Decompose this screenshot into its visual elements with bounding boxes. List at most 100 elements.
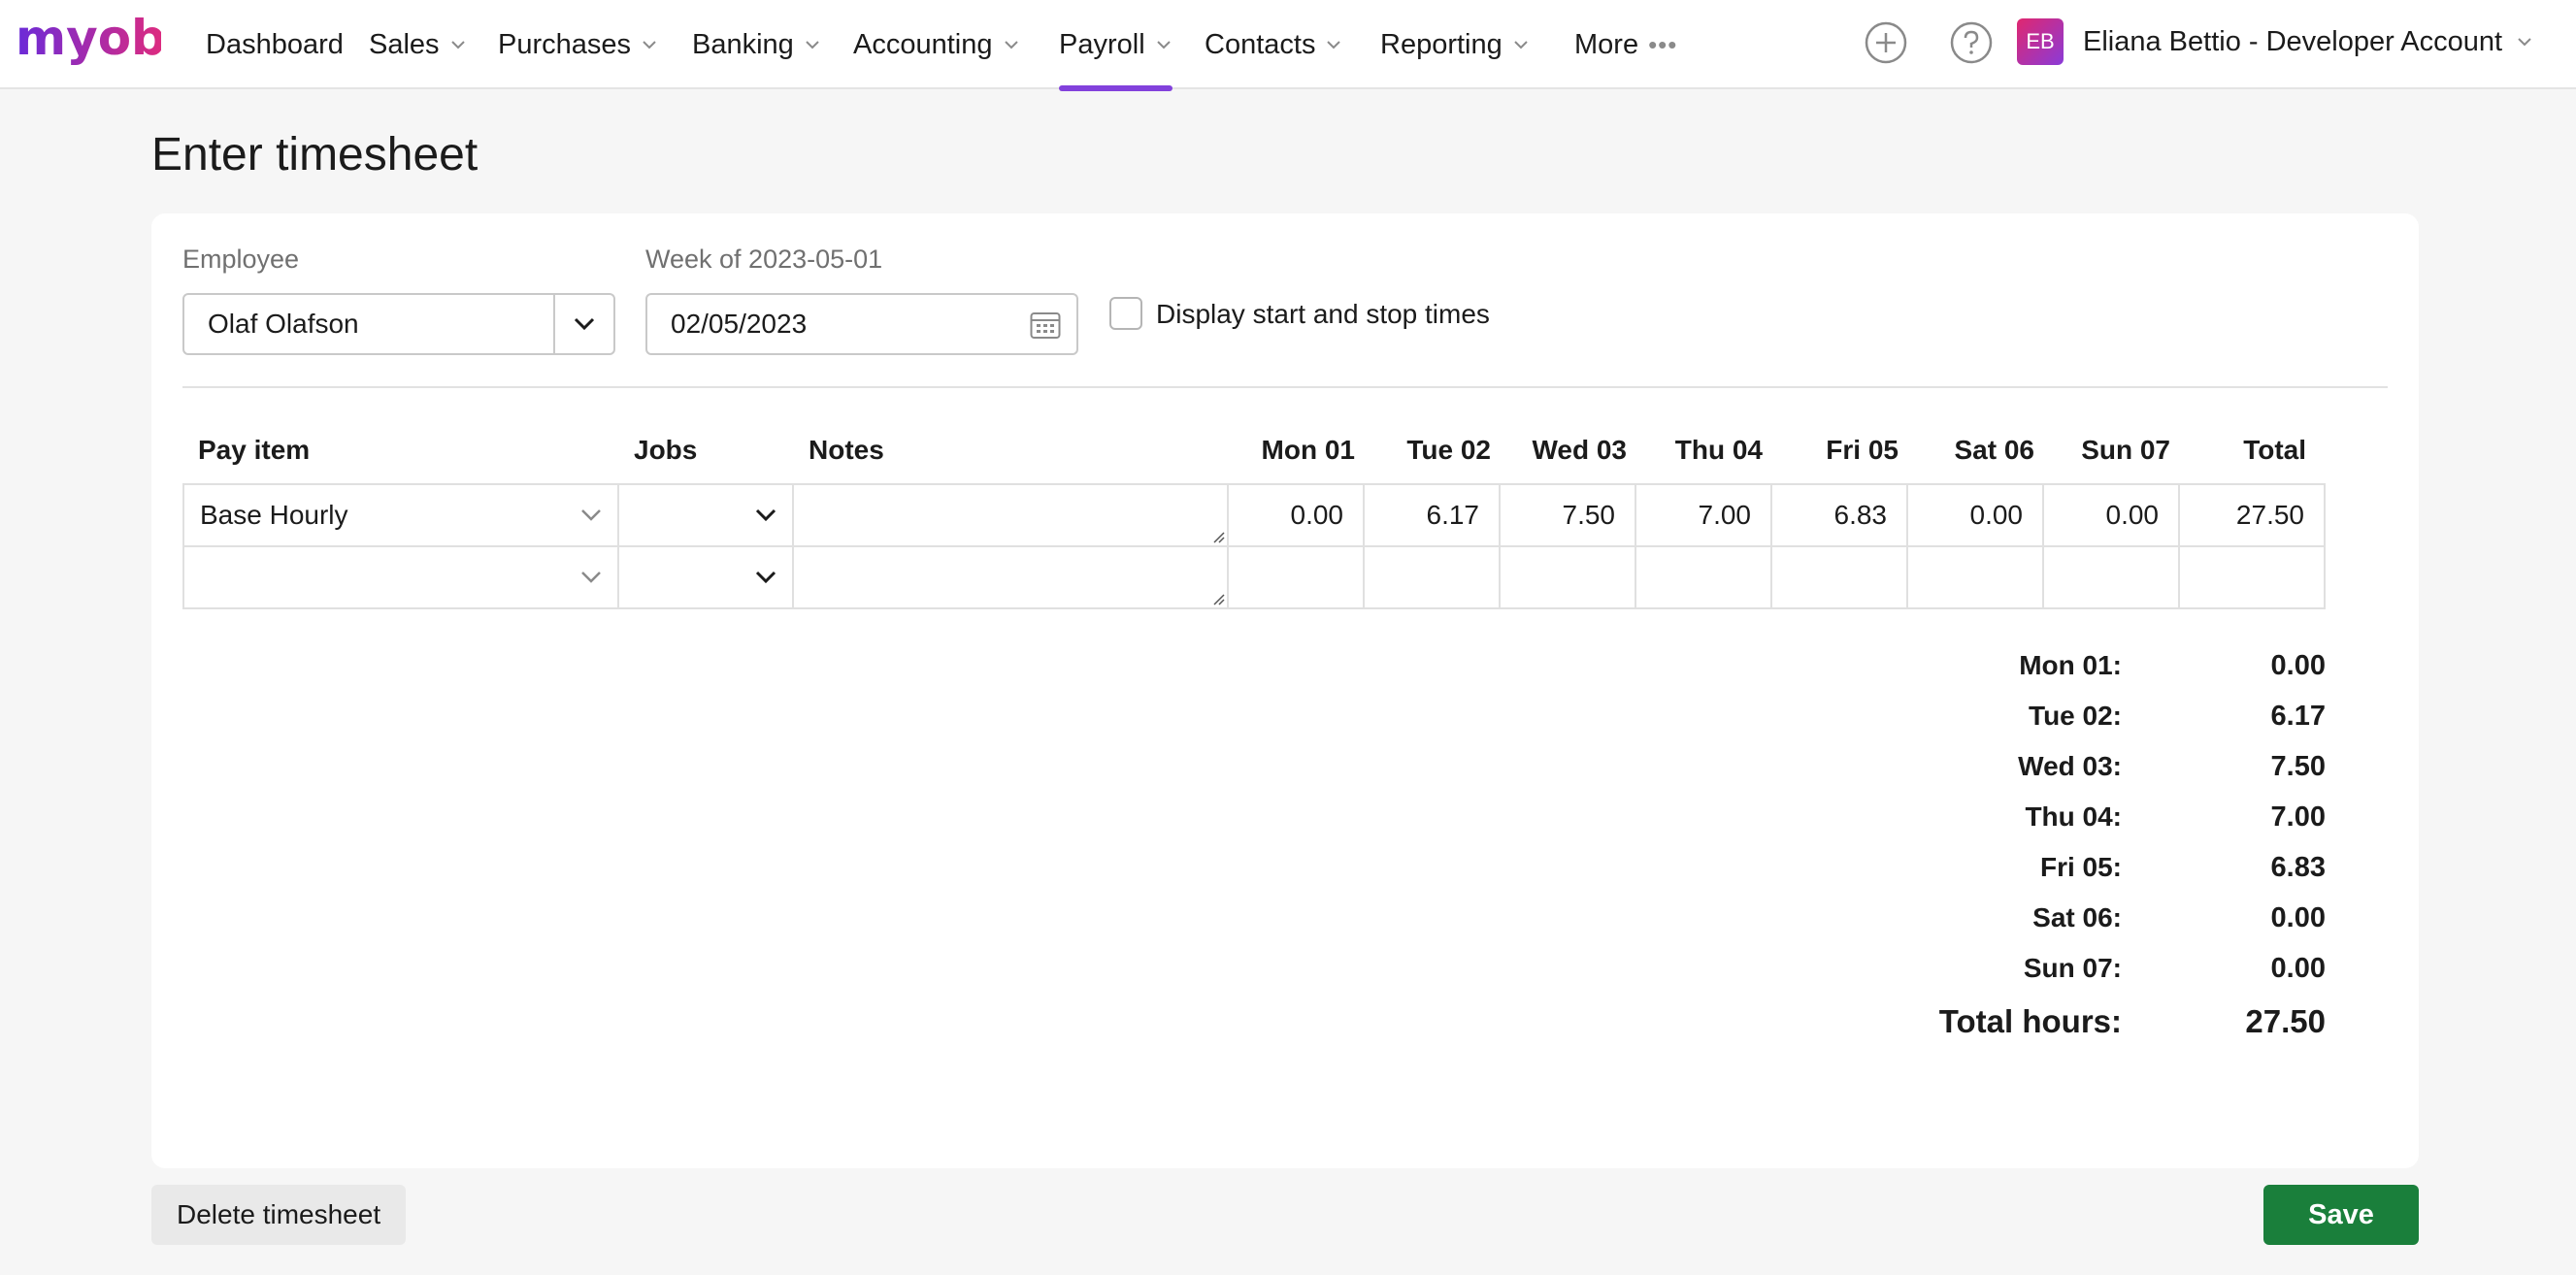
hours-input-sat[interactable]: 0.00: [1906, 483, 2044, 547]
pay-item-value: Base Hourly: [200, 500, 348, 530]
logo-text: myob: [16, 10, 161, 66]
total-value: 0.00: [2270, 902, 2326, 933]
chevron-down-icon: [755, 571, 776, 584]
jobs-select[interactable]: [617, 545, 794, 609]
hours-input-mon[interactable]: [1227, 545, 1365, 609]
total-hours-label: Total hours:: [1938, 1003, 2122, 1039]
chevron-down-icon: [755, 508, 776, 522]
employee-dropdown-button[interactable]: [553, 295, 613, 353]
display-times-label: Display start and stop times: [1156, 299, 1490, 329]
total-row-sat: Sat 06: 0.00: [151, 902, 2326, 941]
chevron-down-icon: [2518, 38, 2531, 47]
chevron-down-icon: [581, 509, 601, 521]
hours-input-sun[interactable]: 0.00: [2042, 483, 2180, 547]
week-label: Week of 2023-05-01: [645, 245, 883, 274]
nav-more[interactable]: More •••: [1574, 0, 1677, 89]
myob-logo[interactable]: myob: [16, 10, 161, 74]
column-header-wed: Wed 03: [1532, 435, 1627, 465]
hours-input-fri[interactable]: [1770, 545, 1908, 609]
row-total: [2178, 545, 2326, 609]
column-header-fri: Fri 05: [1826, 435, 1899, 465]
hours-input-fri[interactable]: 6.83: [1770, 483, 1908, 547]
help-icon[interactable]: [1949, 20, 1994, 65]
nav-dashboard[interactable]: Dashboard: [206, 0, 344, 89]
total-value: 7.00: [2270, 801, 2326, 833]
resize-handle-icon[interactable]: [1211, 530, 1225, 543]
page-title: Enter timesheet: [151, 129, 479, 180]
chevron-down-icon: [1327, 41, 1341, 49]
calendar-icon[interactable]: [1030, 311, 1061, 340]
column-header-sat: Sat 06: [1954, 435, 2035, 465]
column-header-notes: Notes: [809, 435, 884, 465]
nav-label: Banking: [692, 28, 794, 60]
total-label: Fri 05:: [2039, 852, 2122, 882]
total-value: 0.00: [2270, 650, 2326, 681]
hours-input-sun[interactable]: [2042, 545, 2180, 609]
nav-purchases[interactable]: Purchases: [498, 0, 658, 89]
display-times-checkbox[interactable]: [1109, 297, 1142, 330]
nav-label: Sales: [369, 28, 440, 60]
divider: [182, 386, 2388, 388]
nav-payroll[interactable]: Payroll: [1059, 0, 1172, 91]
delete-timesheet-button[interactable]: Delete timesheet: [151, 1185, 407, 1245]
nav-label: Payroll: [1059, 28, 1145, 60]
total-value: 6.83: [2270, 852, 2326, 883]
hours-input-mon[interactable]: 0.00: [1227, 483, 1365, 547]
chevron-down-icon: [581, 572, 601, 583]
total-row-thu: Thu 04: 7.00: [151, 801, 2326, 840]
nav-accounting[interactable]: Accounting: [853, 0, 1020, 89]
nav-label: Reporting: [1380, 28, 1503, 60]
hours-input-thu[interactable]: [1635, 545, 1772, 609]
chevron-down-icon: [574, 317, 595, 331]
avatar[interactable]: EB: [2017, 18, 2064, 65]
total-value: 7.50: [2270, 751, 2326, 782]
column-header-tue: Tue 02: [1406, 435, 1491, 465]
account-label: Eliana Bettio - Developer Account: [2083, 25, 2503, 57]
notes-textarea[interactable]: [792, 483, 1229, 547]
row-total: 27.50: [2178, 483, 2326, 547]
total-label: Tue 02:: [2029, 701, 2122, 731]
column-header-thu: Thu 04: [1674, 435, 1763, 465]
nav-contacts[interactable]: Contacts: [1205, 0, 1342, 89]
hours-input-thu[interactable]: 7.00: [1635, 483, 1772, 547]
save-button[interactable]: Save: [2263, 1185, 2419, 1245]
timesheet-card: Employee Olaf Olafson Week of 2023-05-01…: [151, 213, 2419, 1168]
hours-input-wed[interactable]: 7.50: [1499, 483, 1636, 547]
total-label: Sat 06:: [2032, 902, 2122, 932]
pay-item-select[interactable]: [182, 545, 619, 609]
chevron-down-icon: [1156, 41, 1171, 49]
employee-combobox[interactable]: Olaf Olafson: [182, 293, 615, 355]
chevron-down-icon: [450, 41, 465, 49]
total-hours-value: 27.50: [2245, 1003, 2326, 1039]
total-row-wed: Wed 03: 7.50: [151, 751, 2326, 790]
hours-input-tue[interactable]: [1363, 545, 1501, 609]
hours-input-sat[interactable]: [1906, 545, 2044, 609]
nav-label: Accounting: [853, 28, 993, 60]
week-date-input[interactable]: 02/05/2023: [645, 293, 1078, 355]
total-row-mon: Mon 01: 0.00: [151, 650, 2326, 689]
resize-handle-icon[interactable]: [1211, 592, 1225, 605]
chevron-down-icon: [1514, 41, 1528, 49]
nav-reporting[interactable]: Reporting: [1380, 0, 1530, 89]
column-header-mon: Mon 01: [1261, 435, 1355, 465]
total-row-tue: Tue 02: 6.17: [151, 701, 2326, 739]
column-header-jobs: Jobs: [634, 435, 698, 465]
notes-textarea[interactable]: [792, 545, 1229, 609]
account-menu[interactable]: Eliana Bettio - Developer Account: [2083, 0, 2533, 83]
total-label: Wed 03:: [2018, 751, 2122, 781]
add-icon[interactable]: [1864, 20, 1908, 65]
total-row-sun: Sun 07: 0.00: [151, 953, 2326, 992]
pay-item-select[interactable]: Base Hourly: [182, 483, 619, 547]
column-header-pay-item: Pay item: [198, 435, 311, 465]
hours-input-wed[interactable]: [1499, 545, 1636, 609]
total-label: Mon 01:: [2019, 650, 2122, 680]
nav-sales[interactable]: Sales: [369, 0, 467, 89]
chevron-down-icon: [643, 41, 656, 49]
jobs-select[interactable]: [617, 483, 794, 547]
nav-label: Dashboard: [206, 28, 344, 60]
nav-banking[interactable]: Banking: [692, 0, 821, 89]
top-navigation: myob Dashboard Sales Purchases Banking A…: [0, 0, 2576, 91]
total-value: 6.17: [2270, 701, 2326, 732]
total-value: 0.00: [2270, 953, 2326, 984]
hours-input-tue[interactable]: 6.17: [1363, 483, 1501, 547]
